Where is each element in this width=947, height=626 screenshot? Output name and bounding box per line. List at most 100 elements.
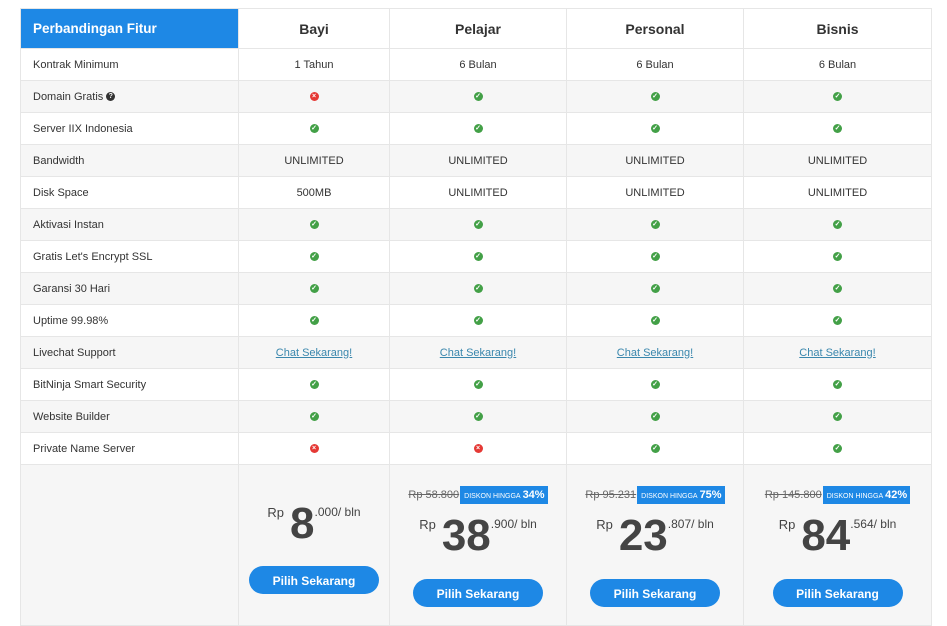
check-circle-icon: ✓ <box>833 124 842 134</box>
price-decimal: .000 <box>314 505 338 519</box>
feature-value-cell: ✓ <box>389 208 567 241</box>
price-main: 38 <box>441 511 491 560</box>
feature-value-cell: 1 Tahun <box>238 48 390 81</box>
discount-badge: DISKON HINGGA 42% <box>822 486 911 504</box>
choose-plan-button[interactable]: Pilih Sekarang <box>590 579 720 607</box>
check-circle-icon: ✓ <box>309 380 319 390</box>
price-decimal: .564 <box>850 517 874 531</box>
price-period: / bln <box>337 505 361 519</box>
feature-value-cell: ✓ <box>566 80 744 113</box>
feature-value-cell: ✓ <box>389 304 567 337</box>
feature-value-cell: ✓ <box>389 368 567 401</box>
feature-value-cell: 6 Bulan <box>743 48 932 81</box>
comparison-table: Perbandingan Fitur Bayi Pelajar Personal… <box>20 8 932 626</box>
check-circle-icon: ✓ <box>833 220 842 230</box>
feature-value: UNLIMITED <box>284 154 344 167</box>
check-circle-icon: ✓ <box>650 316 660 326</box>
feature-label: Private Name Server <box>33 442 136 455</box>
feature-label-cell: Domain Gratis? <box>20 80 239 113</box>
question-circle-icon[interactable]: ? <box>106 92 116 102</box>
feature-value-cell: UNLIMITED <box>566 176 744 209</box>
chat-link[interactable]: Chat Sekarang! <box>276 347 352 359</box>
feature-value-cell: ✓ <box>743 272 932 305</box>
feature-label-cell: Uptime 99.98% <box>20 304 239 337</box>
feature-value-cell: UNLIMITED <box>389 144 567 177</box>
feature-value: UNLIMITED <box>448 154 508 167</box>
feature-value-cell: ✓ <box>238 304 390 337</box>
feature-value: UNLIMITED <box>448 186 508 199</box>
feature-value: UNLIMITED <box>807 154 868 167</box>
chat-link[interactable]: Chat Sekarang! <box>799 347 875 359</box>
check-circle-icon: ✓ <box>309 124 319 134</box>
feature-label-cell: Gratis Let's Encrypt SSL <box>20 240 239 273</box>
check-circle-icon: ✓ <box>473 124 483 134</box>
price-amount: Rp 8.000/ bln <box>239 499 389 549</box>
feature-label-cell: BitNinja Smart Security <box>20 368 239 401</box>
feature-row: Disk Space 500MB UNLIMITED UNLIMITED UNLIMIT… <box>20 176 932 209</box>
feature-value-cell: UNLIMITED <box>566 144 744 177</box>
check-circle-icon: ✓ <box>650 380 660 390</box>
chat-link[interactable]: Chat Sekarang! <box>440 347 516 359</box>
price-main: 8 <box>290 499 315 548</box>
old-price: Rp 145.800 <box>764 489 822 501</box>
feature-label: Domain Gratis <box>33 90 104 103</box>
feature-value: 6 Bulan <box>636 58 674 71</box>
feature-row: Gratis Let's Encrypt SSL ✓ ✓ ✓ ✓ <box>20 240 932 273</box>
feature-label: Kontrak Minimum <box>33 58 119 71</box>
old-price: Rp 95.231 <box>585 489 637 501</box>
choose-plan-button[interactable]: Pilih Sekarang <box>772 579 903 607</box>
price-decimal: .900 <box>490 517 515 531</box>
check-circle-icon: ✓ <box>833 380 842 390</box>
feature-value-cell: ✓ <box>743 400 932 433</box>
choose-plan-button[interactable]: Pilih Sekarang <box>413 579 543 607</box>
feature-row: Private Name Server × × ✓ ✓ <box>20 432 932 465</box>
feature-value-cell: ✓ <box>566 112 744 145</box>
check-circle-icon: ✓ <box>309 220 319 230</box>
cross-circle-icon: × <box>309 444 319 454</box>
check-circle-icon: ✓ <box>833 444 842 454</box>
feature-label-cell: Disk Space <box>20 176 239 209</box>
feature-value-cell: ✓ <box>743 240 932 273</box>
check-circle-icon: ✓ <box>473 380 483 390</box>
price-amount: Rp 38.900/ bln <box>390 511 566 561</box>
feature-row: Livechat Support Chat Sekarang! Chat Sekar… <box>20 336 932 369</box>
currency: Rp <box>778 517 796 532</box>
feature-value: 6 Bulan <box>818 58 857 71</box>
feature-label-cell: Server IIX Indonesia <box>20 112 239 145</box>
check-circle-icon: ✓ <box>473 316 483 326</box>
chat-link[interactable]: Chat Sekarang! <box>617 347 693 359</box>
cross-circle-icon: × <box>309 92 319 102</box>
check-circle-icon: ✓ <box>650 124 660 134</box>
feature-value-cell: UNLIMITED <box>743 144 932 177</box>
feature-row: Garansi 30 Hari ✓ ✓ ✓ ✓ <box>20 272 932 305</box>
feature-value: 500MB <box>296 186 332 199</box>
price-label-cell <box>20 464 239 626</box>
check-circle-icon: ✓ <box>309 252 319 262</box>
feature-value-cell: ✓ <box>238 400 390 433</box>
feature-label-cell: Kontrak Minimum <box>20 48 239 81</box>
choose-plan-button[interactable]: Pilih Sekarang <box>249 566 379 594</box>
check-circle-icon: ✓ <box>309 316 319 326</box>
feature-row: Uptime 99.98% ✓ ✓ ✓ ✓ <box>20 304 932 337</box>
feature-row: Kontrak Minimum 1 Tahun 6 Bulan 6 Bulan 6 Bu… <box>20 48 932 81</box>
feature-value-cell: ✓ <box>743 80 932 113</box>
feature-value-cell: ✓ <box>743 304 932 337</box>
check-circle-icon: ✓ <box>833 92 842 102</box>
discount-value: 42% <box>885 489 908 501</box>
currency: Rp <box>419 517 436 532</box>
feature-value-cell: Chat Sekarang! <box>238 336 390 369</box>
price-box: Rp 145.800 DISKON HINGGA 42% Rp 84.564/ bln P… <box>744 465 931 625</box>
feature-value-cell: ✓ <box>743 208 932 241</box>
feature-value-cell: ✓ <box>238 208 390 241</box>
price-amount: Rp 84.564/ bln <box>744 511 931 561</box>
price-row: Rp 8.000/ bln Pilih Sekarang Rp 58.800 DISKO… <box>20 464 932 626</box>
price-cell: Rp 145.800 DISKON HINGGA 42% Rp 84.564/ bln P… <box>743 464 932 626</box>
feature-value-cell: Chat Sekarang! <box>743 336 932 369</box>
price-box: Rp 95.231 DISKON HINGGA 75% Rp 23.807/ bln Pi… <box>567 465 743 625</box>
check-circle-icon: ✓ <box>473 220 483 230</box>
discount-value: 34% <box>522 489 545 501</box>
feature-label-cell: Livechat Support <box>20 336 239 369</box>
price-main: 23 <box>618 511 668 560</box>
feature-value-cell: 6 Bulan <box>566 48 744 81</box>
feature-value-cell: 500MB <box>238 176 390 209</box>
